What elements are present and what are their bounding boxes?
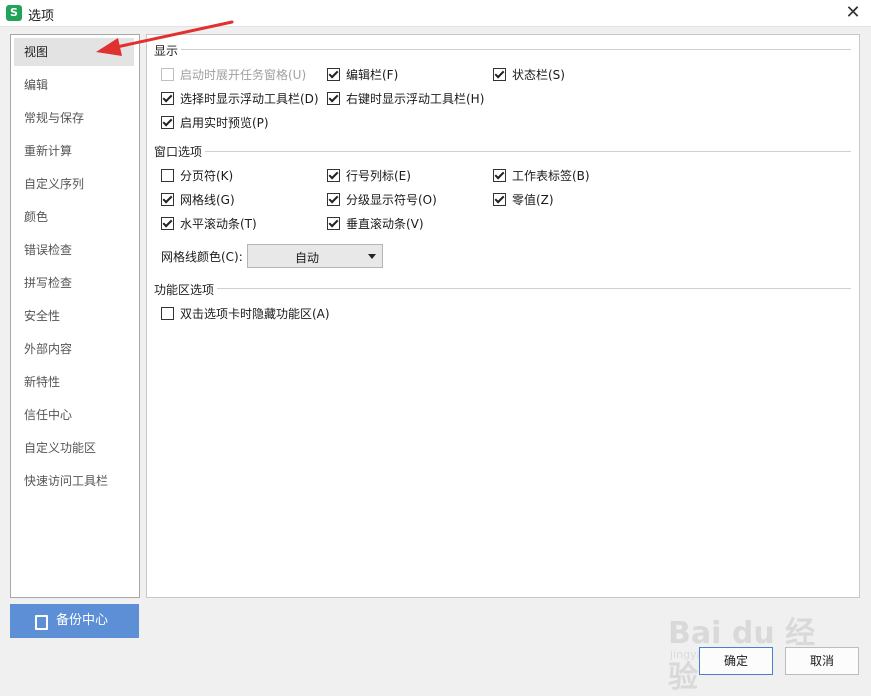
wps-spreadsheet-icon: S <box>6 5 22 21</box>
sidebar-item-general-save[interactable]: 常规与保存 <box>14 104 134 132</box>
checkbox-row-col-headers[interactable]: 行号列标(E) <box>327 167 411 185</box>
sidebar-item-customize-ribbon[interactable]: 自定义功能区 <box>14 434 134 462</box>
option-label: 选择时显示浮动工具栏(D) <box>180 92 319 106</box>
option-label: 双击选项卡时隐藏功能区(A) <box>180 307 330 321</box>
close-icon: ✕ <box>845 2 861 23</box>
checkbox-sheet-tabs[interactable]: 工作表标签(B) <box>493 167 590 185</box>
checkbox-hide-ribbon-on-double-click[interactable]: 双击选项卡时隐藏功能区(A) <box>161 305 330 323</box>
checkbox-icon <box>161 68 174 81</box>
sidebar-item-security[interactable]: 安全性 <box>14 302 134 330</box>
sidebar-item-error-checking[interactable]: 错误检查 <box>14 236 134 264</box>
checkbox-checked-icon <box>327 68 340 81</box>
sidebar-item-trust-center[interactable]: 信任中心 <box>14 401 134 429</box>
checkbox-checked-icon <box>327 169 340 182</box>
sidebar-item-color[interactable]: 颜色 <box>14 203 134 231</box>
backup-center-label: 备份中心 <box>56 613 109 628</box>
option-label: 状态栏(S) <box>512 68 565 82</box>
title-bar: S 选项 ✕ <box>0 0 871 27</box>
checkbox-checked-icon <box>327 92 340 105</box>
sidebar-item-spelling[interactable]: 拼写检查 <box>14 269 134 297</box>
gridline-color-select[interactable]: 自动 <box>247 244 383 268</box>
section-heading-display: 显示 <box>154 44 179 58</box>
ok-button[interactable]: 确定 <box>699 647 773 675</box>
section-heading-window-options: 窗口选项 <box>154 145 203 159</box>
checkbox-outline-symbols[interactable]: 分级显示符号(O) <box>327 191 437 209</box>
chevron-down-icon <box>368 254 376 259</box>
option-label: 零值(Z) <box>512 193 554 207</box>
option-label: 网格线(G) <box>180 193 235 207</box>
section-divider <box>181 49 851 50</box>
checkbox-checked-icon <box>493 169 506 182</box>
sidebar-item-quick-access-toolbar[interactable]: 快速访问工具栏 <box>14 467 134 495</box>
checkbox-checked-icon <box>161 92 174 105</box>
option-label: 水平滚动条(T) <box>180 217 257 231</box>
checkbox-checked-icon <box>161 217 174 230</box>
options-sidebar: 视图 编辑 常规与保存 重新计算 自定义序列 颜色 错误检查 拼写检查 安全性 … <box>10 34 140 598</box>
checkbox-vertical-scrollbar[interactable]: 垂直滚动条(V) <box>327 215 424 233</box>
checkbox-checked-icon <box>493 68 506 81</box>
option-label: 垂直滚动条(V) <box>346 217 424 231</box>
options-content-panel: 显示 启动时展开任务窗格(U) 编辑栏(F) 状态栏(S) 选择时显示浮动工具栏… <box>146 34 860 598</box>
option-label: 启用实时预览(P) <box>180 116 269 130</box>
option-label: 工作表标签(B) <box>512 169 590 183</box>
option-label: 编辑栏(F) <box>346 68 399 82</box>
checkbox-status-bar[interactable]: 状态栏(S) <box>493 66 565 84</box>
checkbox-floating-toolbar-on-select[interactable]: 选择时显示浮动工具栏(D) <box>161 90 319 108</box>
window-title: 选项 <box>28 9 55 24</box>
checkbox-icon <box>161 169 174 182</box>
section-heading-ribbon-options: 功能区选项 <box>154 283 215 297</box>
backup-icon <box>35 615 48 630</box>
backup-center-button[interactable]: 备份中心 <box>10 604 139 638</box>
checkbox-checked-icon <box>327 217 340 230</box>
option-label: 右键时显示浮动工具栏(H) <box>346 92 485 106</box>
checkbox-expand-task-pane[interactable]: 启动时展开任务窗格(U) <box>161 66 306 84</box>
gridline-color-value: 自动 <box>294 251 319 265</box>
sidebar-item-view[interactable]: 视图 <box>14 38 134 66</box>
section-divider <box>217 288 851 289</box>
checkbox-formula-bar[interactable]: 编辑栏(F) <box>327 66 398 84</box>
checkbox-live-preview[interactable]: 启用实时预览(P) <box>161 114 269 132</box>
close-button[interactable]: ✕ <box>843 3 863 23</box>
checkbox-horizontal-scrollbar[interactable]: 水平滚动条(T) <box>161 215 257 233</box>
checkbox-checked-icon <box>493 193 506 206</box>
sidebar-item-new-features[interactable]: 新特性 <box>14 368 134 396</box>
checkbox-page-breaks[interactable]: 分页符(K) <box>161 167 233 185</box>
option-label: 启动时展开任务窗格(U) <box>180 68 307 82</box>
section-divider <box>205 151 851 152</box>
checkbox-zero-values[interactable]: 零值(Z) <box>493 191 554 209</box>
cancel-button[interactable]: 取消 <box>785 647 859 675</box>
sidebar-item-custom-lists[interactable]: 自定义序列 <box>14 170 134 198</box>
sidebar-item-recalculation[interactable]: 重新计算 <box>14 137 134 165</box>
option-label: 分级显示符号(O) <box>346 193 437 207</box>
checkbox-floating-toolbar-on-right-click[interactable]: 右键时显示浮动工具栏(H) <box>327 90 484 108</box>
sidebar-item-edit[interactable]: 编辑 <box>14 71 134 99</box>
gridline-color-label: 网格线颜色(C): <box>161 250 243 264</box>
sidebar-item-external-content[interactable]: 外部内容 <box>14 335 134 363</box>
checkbox-icon <box>161 307 174 320</box>
checkbox-checked-icon <box>161 116 174 129</box>
checkbox-checked-icon <box>327 193 340 206</box>
option-label: 行号列标(E) <box>346 169 411 183</box>
checkbox-gridlines[interactable]: 网格线(G) <box>161 191 235 209</box>
checkbox-checked-icon <box>161 193 174 206</box>
option-label: 分页符(K) <box>180 169 234 183</box>
